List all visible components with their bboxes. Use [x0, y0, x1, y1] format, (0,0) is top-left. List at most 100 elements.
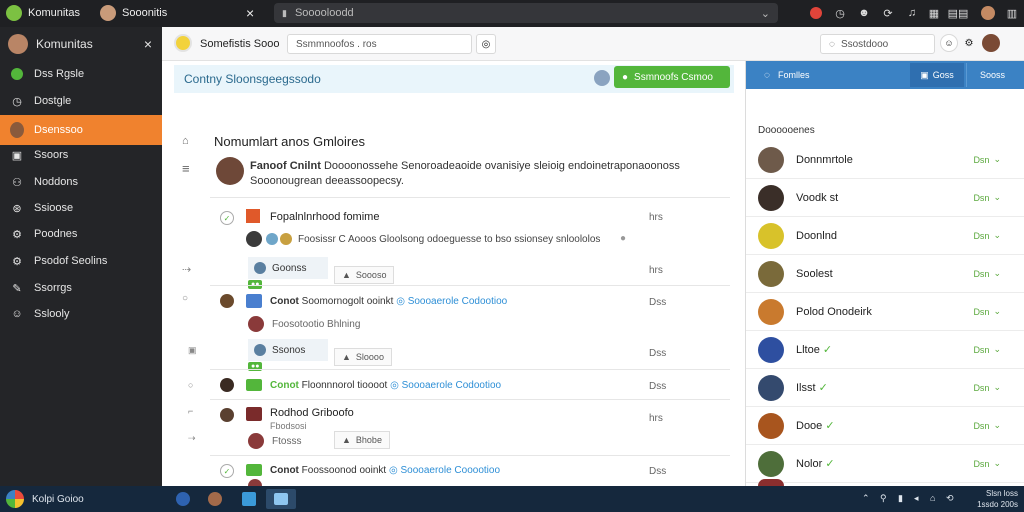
profile-icon — [208, 492, 222, 506]
dropdown-icon[interactable]: ⌄ — [761, 7, 770, 20]
clock-icon[interactable]: ◷ — [832, 5, 848, 21]
more-icon[interactable]: ● — [620, 233, 626, 244]
member-status[interactable]: Dsn ⌄ — [973, 306, 1001, 317]
menu-icon[interactable]: ≡ — [182, 161, 190, 176]
post-image-icon — [246, 464, 262, 476]
community-avatar — [8, 34, 28, 54]
circle-green-icon — [10, 67, 24, 81]
taskbar-app-4[interactable] — [266, 489, 296, 509]
member-row[interactable]: Donnmrtole Dsn ⌄ — [746, 141, 1024, 179]
member-status[interactable]: Dsn ⌄ — [973, 268, 1001, 279]
main-area: Somefistis Sooo Ssmmnoofos . ros ◎ ◌ Sso… — [162, 27, 1024, 486]
post-title[interactable]: Conot — [270, 465, 299, 476]
member-status[interactable]: Dsn ⌄ — [973, 458, 1001, 469]
member-status[interactable]: Dsn ⌄ — [973, 420, 1001, 431]
sidebar-item-8[interactable]: ⚙ Psodof Seolins — [0, 248, 162, 274]
feed: Contny Sloonsgeegssodo ● Ssmnoofs Csmoo … — [162, 61, 745, 486]
link-icon[interactable]: ⌐ — [188, 406, 193, 416]
bell-icon[interactable]: ♫ — [904, 5, 920, 21]
taskbar-app-2[interactable] — [204, 489, 226, 509]
reply-icon[interactable]: ⇢ — [182, 263, 191, 276]
check-icon[interactable]: ✓ — [220, 464, 234, 478]
check-icon[interactable]: ✓ — [220, 211, 234, 225]
battery-icon[interactable]: ▮ — [898, 493, 903, 504]
address-bar[interactable]: ▮ Sooooloodd ⌄ — [274, 3, 778, 23]
member-row[interactable]: Polod Onodeirk Dsn ⌄ — [746, 293, 1024, 331]
sidebar-item-4[interactable]: ▣ Ssoors — [0, 142, 162, 168]
emoji-button[interactable]: ☺ — [940, 34, 958, 52]
members-button[interactable]: ▣ Goss — [910, 63, 964, 87]
taskbar-app-1[interactable] — [172, 489, 194, 509]
member-row[interactable]: Dooe ✓ Dsn ⌄ — [746, 407, 1024, 445]
browser-tab-1[interactable]: Komunitas — [6, 3, 80, 23]
search-input[interactable]: Ssmmnoofos . ros — [287, 34, 472, 54]
create-post-button[interactable]: ● Ssmnoofs Csmoo — [614, 66, 730, 88]
wifi-icon[interactable]: ⚲ — [880, 493, 887, 504]
avatar[interactable] — [982, 34, 1000, 52]
volume-icon[interactable]: ◂ — [914, 493, 919, 504]
sidebar-item-1[interactable]: Dss Rgsle — [0, 61, 162, 87]
member-row[interactable]: Lltoe ✓ Dsn ⌄ — [746, 331, 1024, 369]
member-status[interactable]: Dsn ⌄ — [973, 230, 1001, 241]
profile-icon — [100, 5, 116, 21]
menu-icon[interactable]: ▤▤ — [946, 5, 970, 21]
sidebar-item-2[interactable]: ◷ Dostgle — [0, 88, 162, 114]
reply-button[interactable]: ▲ Bhobe — [334, 431, 390, 449]
browser-tab-2[interactable]: Sooonitis — [100, 3, 167, 23]
notification-icon[interactable] — [808, 5, 824, 21]
member-status[interactable]: Dsn ⌄ — [973, 192, 1001, 203]
network-icon[interactable]: ⌃ — [862, 493, 870, 504]
members-search-label[interactable]: Fomlles — [778, 70, 810, 80]
circle-icon[interactable]: ○ — [182, 293, 188, 304]
reply-icon[interactable]: ⇢ — [188, 433, 196, 444]
reaction-chip[interactable]: Ssonos — [248, 339, 328, 361]
member-name: Doonlnd — [796, 229, 837, 242]
post-title[interactable]: Conot — [270, 296, 299, 307]
right-search-input[interactable]: ◌ Ssostdooo — [820, 34, 935, 54]
wrench-icon: ✎ — [12, 282, 22, 295]
post-link[interactable]: ◎ Soooaerole Codootioo — [396, 296, 507, 307]
member-status[interactable]: Dsn ⌄ — [973, 154, 1001, 165]
reply-button[interactable]: ▲ Sloooo — [334, 348, 392, 366]
settings-button[interactable]: ⚙ — [960, 34, 978, 52]
member-row[interactable]: Nolor ✓ Dsn ⌄ — [746, 445, 1024, 483]
bookmark-icon[interactable]: ▣ — [188, 345, 197, 356]
more-icon[interactable]: ▥ — [1004, 5, 1020, 21]
start-button[interactable]: Kolpi Goioo — [6, 490, 84, 508]
sidebar-item-7[interactable]: ⚙ Poodnes — [0, 221, 162, 247]
post-title[interactable]: Fopalnlnrhood fomime — [270, 211, 379, 223]
circle-icon[interactable]: ○ — [188, 380, 193, 390]
avatar[interactable] — [980, 5, 996, 21]
member-status[interactable]: Dsn ⌄ — [973, 382, 1001, 393]
chat-icon[interactable]: ⌂ — [182, 135, 189, 147]
reaction-chip[interactable]: Goonss — [248, 257, 328, 279]
post-title[interactable]: Rodhod Griboofo — [270, 407, 354, 419]
sidebar-item-3[interactable]: Dsenssoo — [0, 115, 162, 145]
close-icon[interactable]: × — [144, 36, 152, 52]
post-link[interactable]: ◎ Soooaerole Codootioo — [390, 380, 501, 391]
sidebar-item-6[interactable]: ⊛ Ssioose — [0, 195, 162, 221]
member-row[interactable]: Ilsst ✓ Dsn ⌄ — [746, 369, 1024, 407]
sidebar-item-9[interactable]: ✎ Ssorrgs — [0, 275, 162, 301]
member-row[interactable]: Doonlnd Dsn ⌄ — [746, 217, 1024, 255]
post-title[interactable]: Conot — [270, 380, 299, 391]
settings-tab-button[interactable]: Sooss — [966, 63, 1018, 87]
sidebar-item-10[interactable]: ☺ Sslooly — [0, 301, 162, 327]
taskbar-app-3[interactable] — [238, 489, 260, 509]
member-row[interactable]: Voodk st Dsn ⌄ — [746, 179, 1024, 217]
reply-button[interactable]: ▲ Soooso — [334, 266, 395, 284]
sync-icon[interactable]: ⟳ — [880, 5, 896, 21]
sync-icon[interactable]: ⟲ — [946, 493, 954, 504]
search-button[interactable]: ◎ — [476, 34, 496, 54]
member-status[interactable]: Dsn ⌄ — [973, 344, 1001, 355]
post-link[interactable]: ◎ Soooaerole Cooootioo — [389, 465, 500, 476]
grid-icon[interactable]: ▦ — [926, 5, 942, 21]
close-tab-button[interactable]: × — [246, 3, 254, 23]
user-icon[interactable]: ☻ — [856, 5, 872, 21]
member-row[interactable]: Soolest Dsn ⌄ — [746, 255, 1024, 293]
system-clock[interactable]: Slsn loss 1ssdo 200s — [962, 488, 1018, 510]
taskbar: Kolpi Goioo ⌃ ⚲ ▮ ◂ ⌂ ⟲ Slsn loss 1ssdo … — [0, 486, 1024, 512]
avatar — [248, 316, 264, 332]
sidebar-item-5[interactable]: ⚇ Noddons — [0, 169, 162, 195]
lang-icon[interactable]: ⌂ — [930, 493, 935, 503]
